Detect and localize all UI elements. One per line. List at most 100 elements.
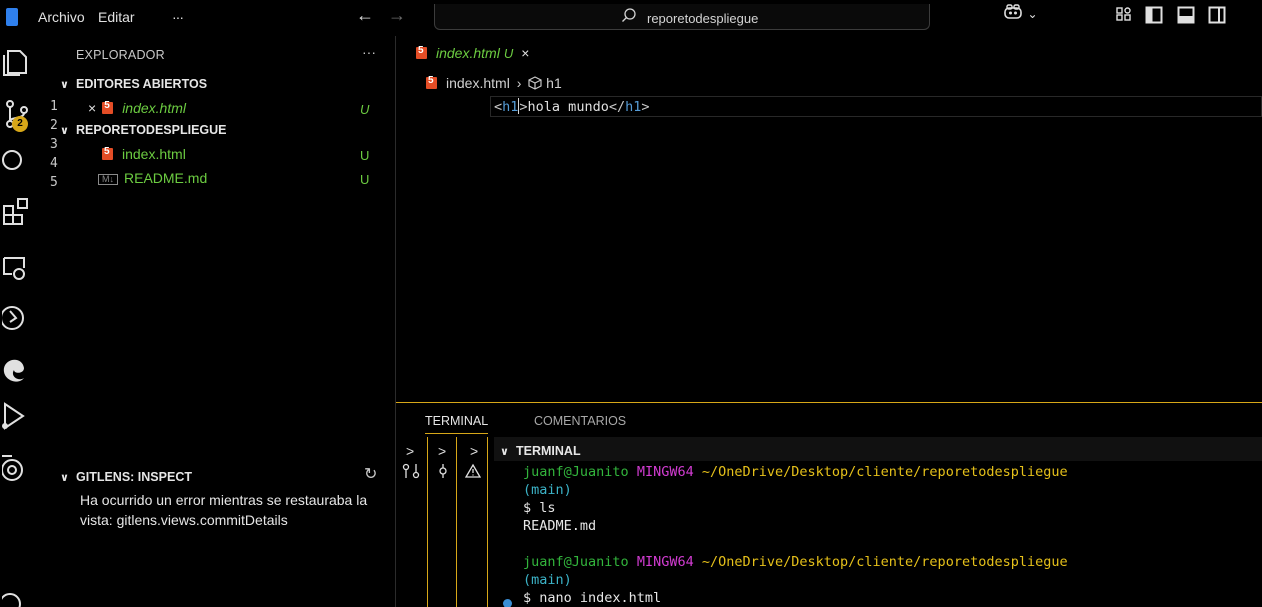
code-line-1[interactable]: <h1>hola mundo</h1> xyxy=(494,98,650,115)
vscode-logo-icon xyxy=(6,8,18,26)
refresh-icon[interactable]: ↻ xyxy=(364,464,377,484)
git-commit-icon[interactable] xyxy=(436,463,450,479)
prompt-env: MINGW64 xyxy=(636,554,694,570)
customize-layout-icon[interactable] xyxy=(1116,6,1132,27)
sidebar-title: EXPLORADOR xyxy=(76,48,165,62)
forward-arrow-icon[interactable]: → xyxy=(388,5,406,26)
timeline-icon[interactable] xyxy=(2,302,34,334)
markdown-icon: M↓ xyxy=(98,174,118,185)
divider xyxy=(487,437,488,607)
prompt-path: ~/OneDrive/Desktop/cliente/reporetodespl… xyxy=(701,464,1068,480)
line-number: 3 xyxy=(50,137,58,152)
menu-more-button[interactable]: ··· xyxy=(172,9,184,25)
explorer-sidebar: EXPLORADOR ··· ∨ EDITORES ABIERTOS × index… xyxy=(46,36,396,607)
back-arrow-icon[interactable]: ← xyxy=(356,5,374,26)
open-editors-header[interactable]: ∨ EDITORES ABIERTOS xyxy=(60,77,207,91)
untracked-status: U xyxy=(360,172,370,187)
expand-icon[interactable]: > xyxy=(438,443,446,459)
chevron-down-icon: ∨ xyxy=(60,125,69,137)
html-icon xyxy=(102,100,114,114)
expand-icon[interactable]: > xyxy=(406,443,414,459)
chevron-down-icon: ∨ xyxy=(60,79,69,91)
chevron-down-icon: ⌄ xyxy=(1027,7,1038,21)
command-decoration-icon[interactable] xyxy=(503,599,512,607)
expand-icon[interactable]: > xyxy=(470,443,478,459)
file-readme-md[interactable]: M↓ README.md xyxy=(98,170,207,186)
copilot-button[interactable]: ⌄ xyxy=(1003,4,1038,23)
code-token: > xyxy=(641,99,650,115)
breadcrumb: index.html › h1 xyxy=(426,75,562,91)
symbol-element-icon xyxy=(528,76,542,90)
tab-comentarios[interactable]: COMENTARIOS xyxy=(534,414,626,428)
breadcrumb-symbol[interactable]: h1 xyxy=(546,75,562,91)
close-icon[interactable]: × xyxy=(521,45,529,61)
toggle-secondary-sidebar-icon[interactable] xyxy=(1208,6,1226,29)
source-control-badge: 2 xyxy=(12,116,28,132)
terminal-title: TERMINAL xyxy=(516,444,581,458)
breadcrumb-separator: › xyxy=(516,75,522,91)
code-token: hola mundo xyxy=(527,99,609,115)
prompt-path: ~/OneDrive/Desktop/cliente/reporetodespl… xyxy=(701,554,1068,570)
workspace-header[interactable]: ∨ REPORETODESPLIEGUE xyxy=(60,123,227,137)
warning-icon[interactable] xyxy=(465,463,481,479)
account-icon[interactable] xyxy=(2,588,34,607)
terminal-prompt-line: juanf@Juanito MINGW64 ~/OneDrive/Desktop… xyxy=(523,463,1258,481)
terminal-prompt-line: juanf@Juanito MINGW64 ~/OneDrive/Desktop… xyxy=(523,553,1258,571)
remote-explorer-icon[interactable] xyxy=(2,250,34,282)
divider xyxy=(456,437,457,607)
prompt-env: MINGW64 xyxy=(636,464,694,480)
gitlens-inspect-header[interactable]: ∨ GITLENS: INSPECT xyxy=(60,470,192,484)
chevron-down-icon: ∨ xyxy=(60,472,69,484)
toggle-panel-icon[interactable] xyxy=(1177,6,1195,29)
code-token: h1 xyxy=(502,99,519,115)
terminal-output[interactable]: juanf@Juanito MINGW64 ~/OneDrive/Desktop… xyxy=(523,463,1258,607)
git-compare-icon[interactable] xyxy=(402,463,420,479)
terminal-command: $ nano index.html xyxy=(523,590,662,606)
activity-bar: 2 xyxy=(0,36,46,607)
html-icon xyxy=(102,146,113,160)
search-icon[interactable] xyxy=(2,146,34,178)
editor-tab-index-html[interactable]: index.htmlU × xyxy=(416,45,529,61)
open-editor-item[interactable]: × index.html xyxy=(88,100,186,116)
file-name: index.html xyxy=(122,146,186,162)
explorer-icon[interactable] xyxy=(2,46,34,78)
html-icon xyxy=(416,45,427,59)
line-number: 2 xyxy=(50,118,58,133)
terminal-command: $ ls xyxy=(523,500,556,516)
breadcrumb-file[interactable]: index.html xyxy=(446,75,510,91)
code-token: h1 xyxy=(625,99,642,115)
workspace-title: REPORETODESPLIEGUE xyxy=(76,123,227,137)
layout-controls xyxy=(1116,6,1235,29)
terminal-section-header[interactable]: ∨ TERMINAL xyxy=(500,444,581,458)
gitlens-icon[interactable] xyxy=(2,452,34,484)
code-token: < xyxy=(494,99,503,115)
open-editor-name: index.html xyxy=(122,100,186,116)
divider xyxy=(427,437,428,607)
open-editors-title: EDITORES ABIERTOS xyxy=(76,77,208,91)
line-number: 1 xyxy=(50,99,58,114)
terminal-header-row xyxy=(494,437,1262,461)
more-actions-button[interactable]: ··· xyxy=(362,44,376,60)
extensions-icon[interactable] xyxy=(2,196,34,228)
command-center-search[interactable]: reporetodespliegue xyxy=(434,4,930,30)
prompt-branch: (main) xyxy=(523,572,572,588)
gitlens-title: GITLENS: INSPECT xyxy=(76,470,192,484)
toggle-primary-sidebar-icon[interactable] xyxy=(1145,6,1163,29)
untracked-status: U xyxy=(360,148,370,163)
terminal-side-gutter: > > > xyxy=(396,437,488,607)
file-index-html[interactable]: index.html xyxy=(102,146,186,162)
copilot-icon xyxy=(1004,4,1022,19)
run-debug-icon[interactable] xyxy=(2,400,34,432)
line-number: 4 xyxy=(50,156,58,171)
edge-icon[interactable] xyxy=(2,354,34,386)
search-text: reporetodespliegue xyxy=(647,11,759,26)
close-icon[interactable]: × xyxy=(88,100,96,116)
prompt-user: juanf@Juanito xyxy=(523,464,629,480)
menu-editar[interactable]: Editar xyxy=(98,9,135,25)
tab-terminal[interactable]: TERMINAL xyxy=(425,414,489,434)
menu-archivo[interactable]: Archivo xyxy=(38,9,85,25)
tab-label: index.html xyxy=(436,45,500,61)
prompt-user: juanf@Juanito xyxy=(523,554,629,570)
terminal-output-line: README.md xyxy=(523,518,597,534)
